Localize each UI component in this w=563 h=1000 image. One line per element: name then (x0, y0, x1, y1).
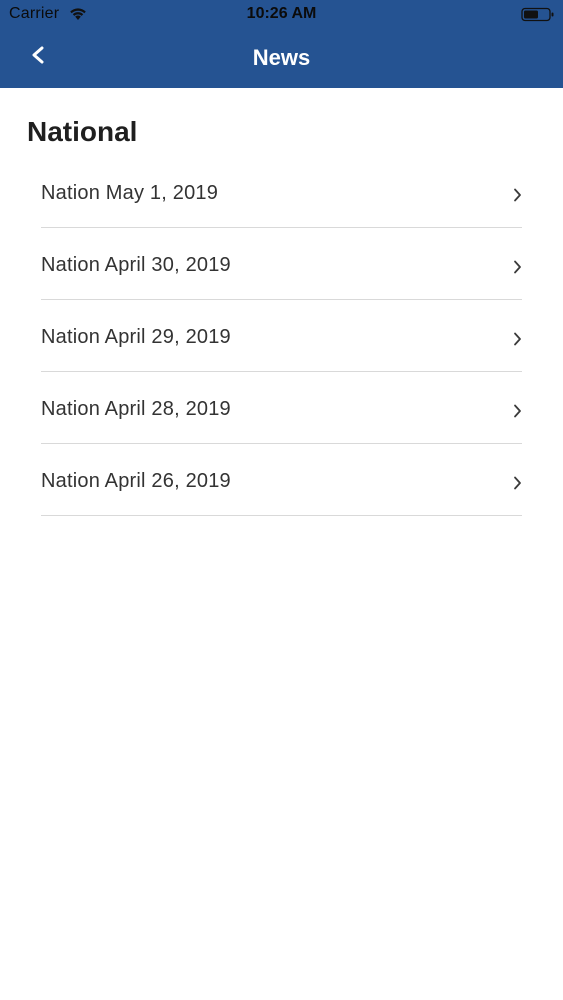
list-item-label: Nation April 28, 2019 (41, 398, 231, 420)
chevron-right-icon (514, 404, 521, 418)
section-title: National (27, 116, 138, 147)
list-item[interactable]: Nation April 29, 2019 (41, 300, 522, 372)
list-item[interactable]: Nation April 26, 2019 (41, 444, 522, 516)
list-item-label: Nation April 30, 2019 (41, 254, 231, 276)
page-title: News (252, 45, 311, 70)
list-item-label: Nation April 29, 2019 (41, 326, 231, 348)
chevron-right-icon (514, 188, 521, 202)
chevron-right-icon (514, 332, 521, 346)
news-screen: Carrier 10:26 AM News National Nation Ma… (0, 0, 563, 1000)
chevron-right-icon (514, 260, 521, 274)
list-item[interactable]: Nation May 1, 2019 (41, 156, 522, 228)
navigation-bar: News (0, 34, 563, 82)
list-item[interactable]: Nation April 28, 2019 (41, 372, 522, 444)
list-item-label: Nation May 1, 2019 (41, 182, 219, 204)
status-time: 10:26 AM (246, 5, 317, 22)
chevron-right-icon (514, 476, 521, 490)
status-bar: Carrier 10:26 AM (0, 0, 563, 30)
list-item[interactable]: Nation April 30, 2019 (41, 228, 522, 300)
battery-icon (521, 7, 555, 22)
news-list: Nation May 1, 2019 Nation April 30, 2019… (41, 156, 522, 516)
top-bar: Carrier 10:26 AM News (0, 0, 563, 88)
list-item-label: Nation April 26, 2019 (41, 470, 231, 492)
